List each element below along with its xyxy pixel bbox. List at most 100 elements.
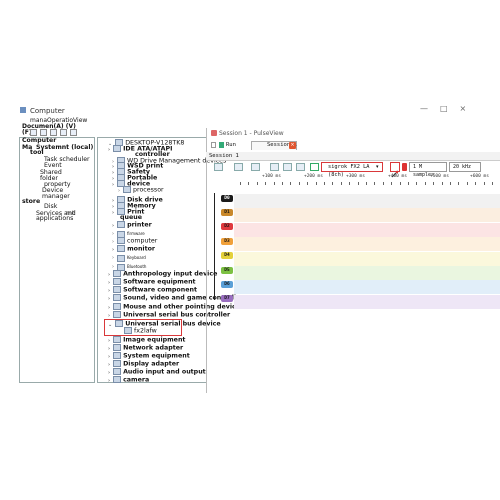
channel-lane[interactable] (234, 280, 500, 295)
tree-item[interactable]: applications (36, 215, 73, 223)
toolbar (30, 128, 77, 136)
device-item-label: Software component (123, 286, 198, 294)
chevron-right-icon[interactable]: › (112, 223, 114, 229)
save-icon[interactable] (234, 163, 243, 171)
chevron-right-icon[interactable]: › (112, 182, 114, 188)
zoom-fit-icon[interactable] (296, 163, 305, 171)
device-category-icon (113, 294, 122, 301)
tree-item[interactable]: tool (30, 149, 44, 157)
chevron-right-icon[interactable]: › (108, 362, 110, 368)
tree-item[interactable]: manager (42, 193, 70, 201)
run-button[interactable]: Run (226, 142, 236, 148)
ruler-label: +500 ms (430, 174, 449, 179)
chevron-right-icon[interactable]: › (108, 370, 110, 376)
device-selector[interactable]: sigrok FX2 LA (8ch) (321, 162, 383, 178)
cursor-icon[interactable] (310, 163, 319, 171)
device-item[interactable]: queue (120, 214, 142, 221)
chevron-right-icon[interactable]: › (108, 296, 110, 302)
channel-label-d3[interactable]: D3 (221, 237, 233, 245)
device-item-label: Image equipment (123, 336, 186, 344)
properties-icon[interactable] (60, 128, 67, 136)
chevron-right-icon[interactable]: › (118, 188, 120, 194)
ruler-tick (383, 182, 384, 185)
chevron-right-icon[interactable]: › (108, 313, 110, 319)
channel-label-d2[interactable]: D2 (221, 223, 233, 231)
channel-label-d7[interactable]: D7 (221, 295, 233, 303)
chevron-right-icon[interactable]: › (108, 378, 110, 384)
channel-label-d1[interactable]: D1 (221, 208, 233, 216)
device-item[interactable]: › Keyboard (112, 254, 146, 262)
chevron-right-icon[interactable]: › (108, 346, 110, 352)
probe-config-icon[interactable] (390, 162, 400, 178)
tree-item[interactable]: store (22, 198, 40, 206)
device-category-icon (117, 221, 126, 228)
chevron-right-icon[interactable]: › (108, 288, 110, 294)
chevron-right-icon[interactable]: › (108, 354, 110, 360)
device-category-icon (113, 368, 122, 375)
channel-lane[interactable] (234, 222, 500, 237)
help-icon[interactable] (70, 128, 77, 136)
device-item-label: System equipment (123, 352, 190, 360)
channel-lane[interactable] (234, 266, 500, 280)
device-item-label: computer (127, 237, 158, 245)
chevron-right-icon[interactable]: › (112, 255, 114, 261)
chevron-right-icon[interactable]: › (108, 338, 110, 344)
device-category-icon (113, 286, 122, 293)
channel-label-d0[interactable]: D0 (221, 194, 233, 202)
ruler-tick (248, 182, 249, 185)
channel-lane[interactable] (234, 251, 500, 266)
probe-color-icon[interactable] (402, 163, 407, 171)
channel-lane[interactable] (234, 208, 500, 223)
channel-lane[interactable] (234, 237, 500, 252)
open-file-icon[interactable] (214, 163, 223, 171)
ruler-tick (450, 182, 451, 185)
device-item[interactable]: › processor (118, 186, 164, 195)
zoom-in-icon[interactable] (270, 163, 279, 171)
channel-label-d4[interactable]: D4 (221, 252, 233, 260)
zoom-out-icon[interactable] (283, 163, 292, 171)
ruler-label: +300 ms (346, 174, 365, 179)
ruler-tick (274, 182, 275, 185)
run-icon[interactable] (219, 142, 224, 148)
pulseview-icon (211, 130, 217, 136)
channel-label-d5[interactable]: D5 (221, 266, 233, 274)
ruler-label: +200 ms (304, 174, 323, 179)
channel-lane[interactable] (234, 294, 500, 309)
device-item-label: Anthropology input device (123, 270, 218, 278)
ruler-label: +400 ms (388, 174, 407, 179)
chevron-right-icon[interactable]: › (108, 147, 110, 153)
ruler-tick (416, 182, 417, 185)
new-session-icon[interactable] (211, 142, 216, 148)
device-item-label: processor (133, 186, 164, 194)
channel-lane[interactable] (234, 194, 500, 208)
tree-item[interactable]: Systemnt (local) (36, 144, 93, 152)
sample-count-selector[interactable]: 1 M samples (409, 162, 447, 178)
back-icon[interactable] (30, 128, 37, 136)
device-category-icon (113, 303, 122, 310)
ruler-tick (433, 182, 434, 185)
folder-icon[interactable] (50, 128, 57, 136)
chevron-down-icon[interactable]: ▾ (376, 164, 379, 170)
device-item[interactable]: › camera (108, 376, 149, 385)
device-item[interactable]: › printer (112, 221, 152, 230)
chevron-right-icon[interactable]: › (108, 280, 110, 286)
close-icon[interactable]: × (289, 142, 296, 149)
samplerate-selector[interactable]: 20 kHz (449, 162, 481, 172)
chevron-right-icon[interactable]: › (108, 272, 110, 278)
chevron-right-icon[interactable]: › (112, 210, 114, 216)
chevron-right-icon[interactable]: › (112, 239, 114, 245)
forward-icon[interactable] (40, 128, 47, 136)
device-category-icon (113, 376, 122, 383)
chevron-right-icon[interactable]: › (112, 247, 114, 253)
device-item[interactable]: › monitor (112, 245, 155, 254)
add-decoder-icon[interactable] (251, 163, 260, 171)
ruler-tick (282, 182, 283, 185)
window-controls[interactable]: —□× (420, 104, 478, 113)
ruler-tick (492, 182, 493, 185)
ruler-tick (290, 182, 291, 185)
ruler-label: +100 ms (262, 174, 281, 179)
device-category-icon (113, 278, 122, 285)
channel-label-d6[interactable]: D6 (221, 280, 233, 288)
chevron-right-icon[interactable]: › (108, 305, 110, 311)
device-item-label: printer (127, 221, 152, 229)
